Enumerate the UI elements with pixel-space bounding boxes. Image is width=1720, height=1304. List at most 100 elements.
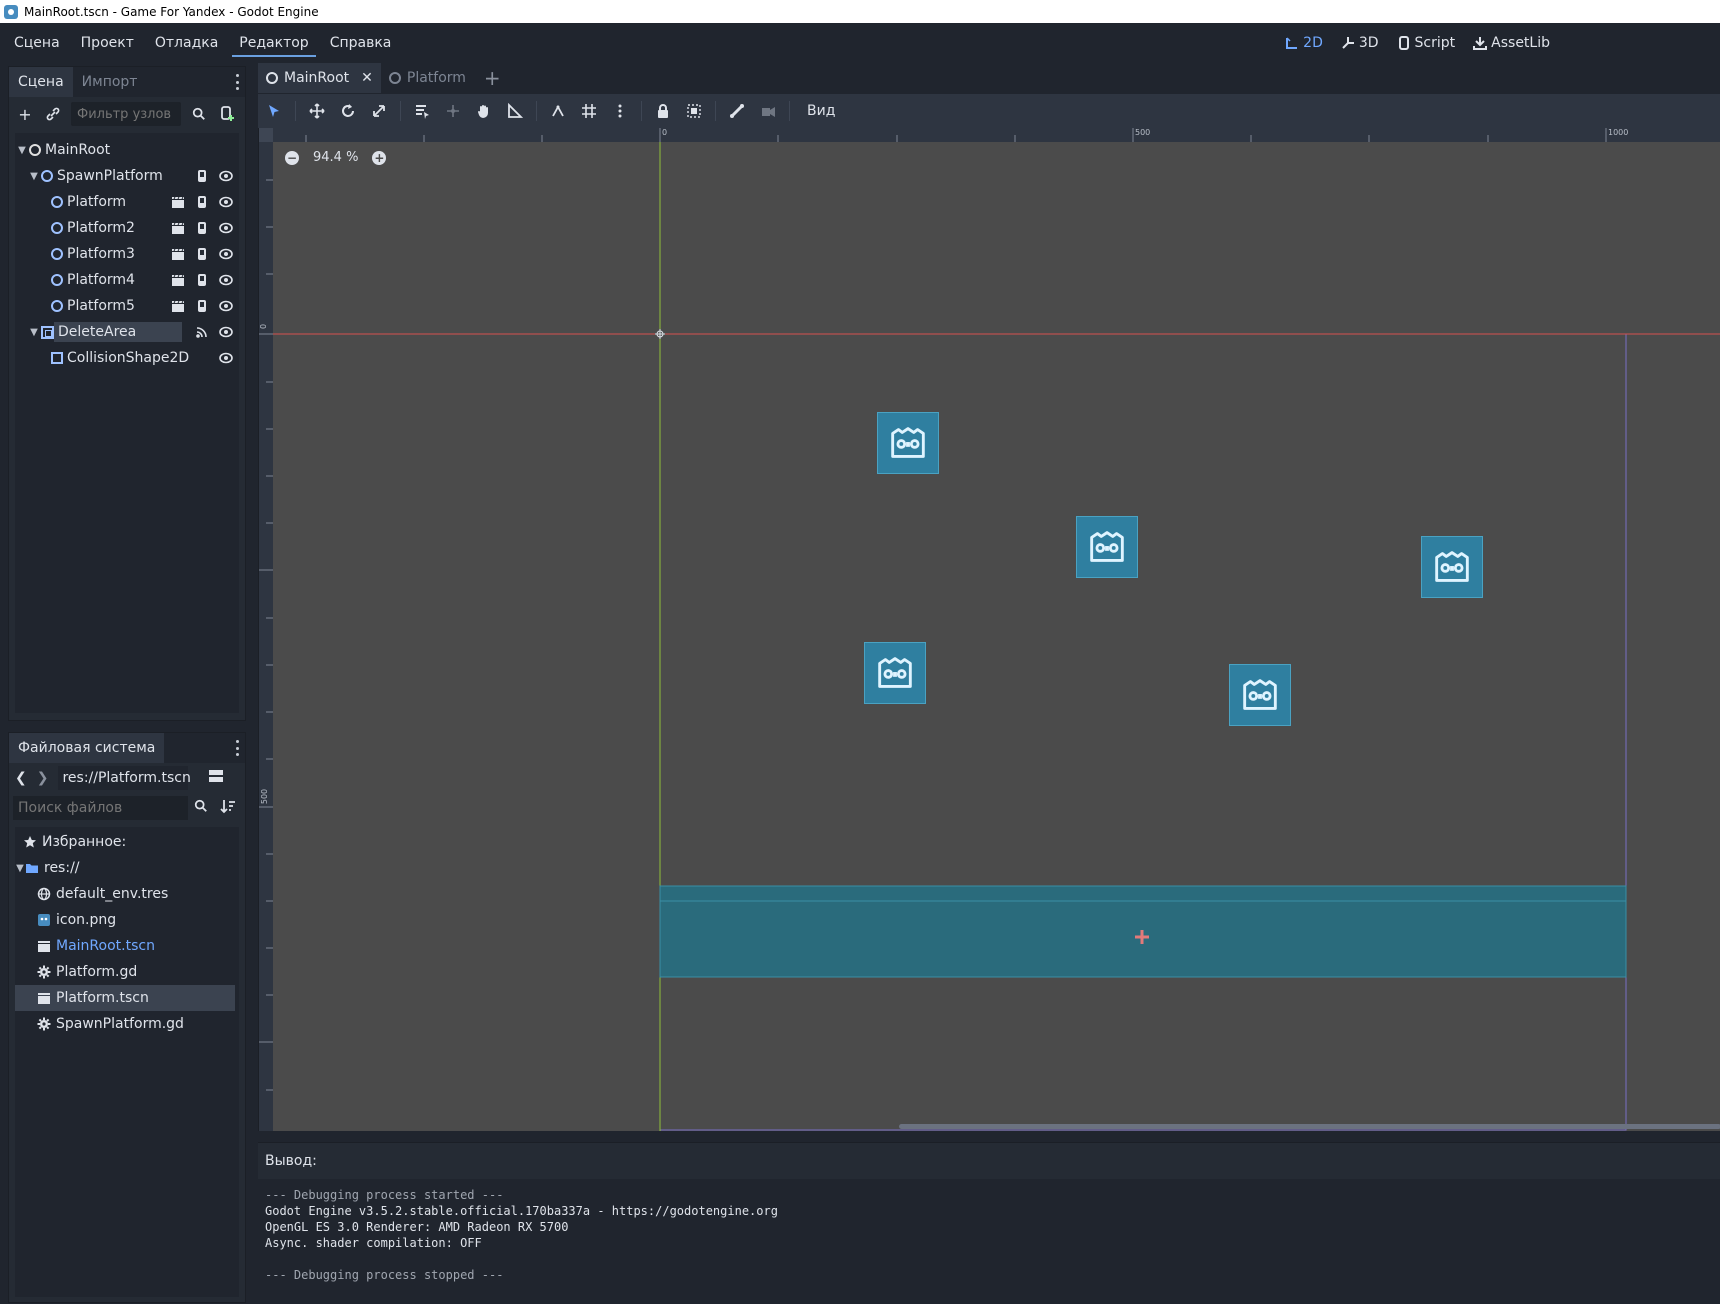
node2d-icon [266,72,278,84]
script-icon[interactable] [195,195,209,209]
zoom-in-button[interactable]: + [372,150,387,165]
tree-node-platform2[interactable]: Platform2 [15,215,239,241]
menu-editor[interactable]: Редактор [232,29,316,57]
platform-sprite[interactable] [1421,536,1483,598]
favorites-row[interactable]: Избранное: [15,829,239,855]
lock-icon[interactable] [653,101,673,121]
file-row-mainroot-tscn[interactable]: MainRoot.tscn [15,933,239,959]
platform-sprite[interactable] [864,642,926,704]
camera-icon[interactable] [758,101,778,121]
open-scene-clapper-icon[interactable] [171,247,185,261]
file-row-platform-tscn[interactable]: Platform.tscn [15,985,235,1011]
horizontal-scrollbar[interactable] [899,1124,1720,1129]
zoom-out-button[interactable]: − [285,150,299,165]
menu-project[interactable]: Проект [74,29,141,57]
file-search-input[interactable] [13,796,188,820]
menu-debug[interactable]: Отладка [148,29,225,57]
tree-node-deletearea[interactable]: ▼ DeleteArea [15,319,239,345]
menu-help[interactable]: Справка [323,29,399,57]
visibility-eye-icon[interactable] [219,325,233,339]
attach-script-icon[interactable] [217,104,237,124]
visibility-eye-icon[interactable] [219,351,233,365]
visibility-eye-icon[interactable] [219,247,233,261]
script-icon[interactable] [195,273,209,287]
open-scene-clapper-icon[interactable] [171,273,185,287]
tab-filesystem[interactable]: Файловая система [9,733,165,763]
workspace-3d-button[interactable]: 3D [1341,35,1379,51]
tree-node-collisionshape2d[interactable]: CollisionShape2D [15,345,239,371]
sort-icon[interactable] [220,798,236,818]
visibility-eye-icon[interactable] [219,273,233,287]
visibility-eye-icon[interactable] [219,221,233,235]
collapse-arrow-icon[interactable]: ▼ [29,327,39,338]
ruler-icon[interactable] [505,101,525,121]
grid-snap-icon[interactable] [579,101,599,121]
open-scene-clapper-icon[interactable] [171,299,185,313]
platform-sprite[interactable] [877,412,939,474]
file-row-default-env[interactable]: default_env.tres [15,881,239,907]
back-arrow-icon[interactable]: ❮ [15,770,27,786]
list-select-icon[interactable] [412,101,432,121]
path-field[interactable]: res://Platform.tscn [58,766,191,790]
scene-dock-menu-icon[interactable] [233,74,241,90]
tab-import[interactable]: Импорт [73,67,147,97]
rotate-mode-icon[interactable] [338,101,358,121]
menu-scene[interactable]: Сцена [7,29,67,57]
instance-scene-icon[interactable] [43,104,63,124]
visibility-eye-icon[interactable] [219,169,233,183]
zoom-level[interactable]: 94.4 % [313,150,358,165]
script-icon[interactable] [195,169,209,183]
new-scene-tab-button[interactable]: + [474,66,511,90]
collapse-arrow-icon[interactable]: ▼ [17,145,27,156]
scale-mode-icon[interactable] [369,101,389,121]
tree-node-mainroot[interactable]: ▼ MainRoot [15,137,239,163]
file-row-icon-png[interactable]: icon.png [15,907,239,933]
smart-snap-icon[interactable] [548,101,568,121]
node-filter-input[interactable] [71,102,181,126]
tab-scene[interactable]: Сцена [9,67,73,97]
collapse-arrow-icon[interactable]: ▼ [15,863,25,874]
close-tab-icon[interactable]: ✕ [361,70,373,86]
output-log[interactable]: --- Debugging process started --- Godot E… [258,1179,1720,1304]
workspace-2d-button[interactable]: 2D [1285,35,1323,51]
script-icon[interactable] [195,299,209,313]
script-icon[interactable] [195,247,209,261]
split-view-icon[interactable] [208,768,224,788]
workspace-assetlib-button[interactable]: AssetLib [1473,35,1550,51]
visibility-eye-icon[interactable] [219,195,233,209]
open-scene-clapper-icon[interactable] [171,221,185,235]
res-root-row[interactable]: ▼ res:// [15,855,239,881]
forward-arrow-icon[interactable]: ❯ [37,770,49,786]
view-menu-button[interactable]: Вид [801,103,841,119]
tree-node-platform[interactable]: Platform [15,189,239,215]
file-row-spawnplatform-gd[interactable]: SpawnPlatform.gd [15,1011,239,1037]
skeleton-bone-icon[interactable] [727,101,747,121]
file-tree: Избранное: ▼ res:// default_env.tres ico… [15,827,239,1297]
tree-node-platform5[interactable]: Platform5 [15,293,239,319]
scene-tab-mainroot[interactable]: MainRoot ✕ [258,63,381,93]
group-icon[interactable] [684,101,704,121]
platform-sprite[interactable] [1076,516,1138,578]
ruler-label: 0 [259,323,269,330]
2d-viewport[interactable]: 0 500 1000 0 500 − 94.4 % + [258,128,1720,1131]
snap-options-icon[interactable] [610,101,630,121]
workspace-script-button[interactable]: Script [1397,35,1455,51]
tree-node-platform4[interactable]: Platform4 [15,267,239,293]
file-row-platform-gd[interactable]: Platform.gd [15,959,239,985]
scene-tab-platform[interactable]: Platform [380,63,474,93]
tree-node-spawnplatform[interactable]: ▼ SpawnPlatform [15,163,239,189]
pan-hand-icon[interactable] [474,101,494,121]
signals-icon[interactable] [195,325,209,339]
move-mode-icon[interactable] [307,101,327,121]
visibility-eye-icon[interactable] [219,299,233,313]
scene-tab-label: MainRoot [284,70,350,86]
add-node-icon[interactable]: + [15,104,35,124]
pivot-icon[interactable] [443,101,463,121]
collapse-arrow-icon[interactable]: ▼ [29,171,39,182]
platform-sprite[interactable] [1229,664,1291,726]
filesystem-dock-menu-icon[interactable] [233,740,241,756]
select-mode-icon[interactable] [264,101,284,121]
open-scene-clapper-icon[interactable] [171,195,185,209]
tree-node-platform3[interactable]: Platform3 [15,241,239,267]
script-icon[interactable] [195,221,209,235]
